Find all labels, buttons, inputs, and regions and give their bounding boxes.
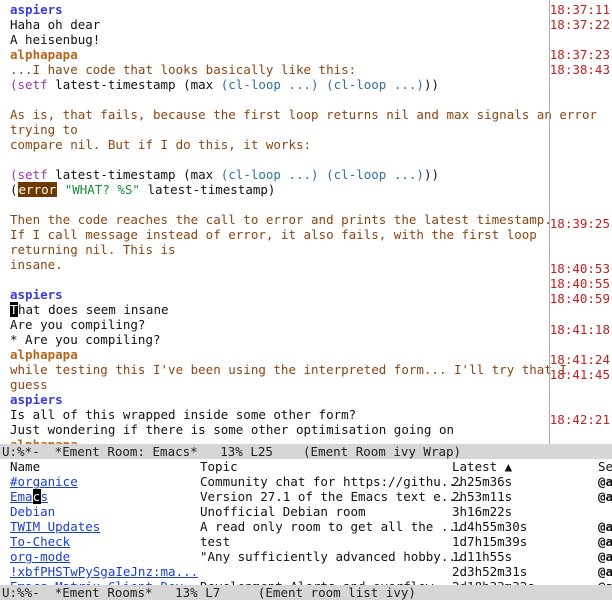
chat-nick: aspiers <box>10 287 63 302</box>
chat-line[interactable]: Haha oh dear <box>10 17 608 32</box>
chat-nick: alphapapa <box>10 437 78 444</box>
chat-line[interactable]: Then the code reaches the call to error … <box>10 212 608 227</box>
rooms-header: Name Topic Latest ▲ Sess <box>0 459 612 474</box>
room-session: @a▸ <box>598 549 612 564</box>
chat-line[interactable]: * Are you compiling? <box>10 332 608 347</box>
code-line[interactable]: (error "WHAT? %S" latest-timestamp) <box>10 182 608 197</box>
chat-nick: alphapapa <box>10 47 78 62</box>
room-latest: 1d4h55m30s <box>452 519 598 534</box>
timestamp: 18:37:23 <box>550 47 610 62</box>
chat-nick: aspiers <box>10 2 63 17</box>
room-session: @a▸ <box>598 474 612 489</box>
room-topic: A read only room to get all the ... <box>200 519 452 534</box>
room-name[interactable]: Debian <box>10 504 200 519</box>
col-name: Name <box>10 459 200 474</box>
room-name[interactable]: Emacs <box>10 489 200 504</box>
chat-line[interactable]: ...I have code that looks basically like… <box>10 62 608 77</box>
chat-line[interactable]: Just wondering if there is some other op… <box>10 422 608 437</box>
chat-line[interactable]: compare nil. But if I do this, it works: <box>10 137 608 152</box>
room-row[interactable]: DebianUnofficial Debian room3h16m22s <box>0 504 612 519</box>
editor-frame: aspiersHaha oh dearA heisenbug!alphapapa… <box>0 0 612 600</box>
chat-buffer[interactable]: aspiersHaha oh dearA heisenbug!alphapapa… <box>0 0 612 444</box>
room-topic: Version 27.1 of the Emacs text e... <box>200 489 452 504</box>
room-topic: test <box>200 534 452 549</box>
room-session <box>598 504 612 519</box>
chat-line[interactable]: Are you compiling? <box>10 317 608 332</box>
timestamp: 18:40:59 <box>550 291 610 306</box>
room-row[interactable]: #organiceCommunity chat for https://gith… <box>0 474 612 489</box>
chat-line[interactable]: while testing this I've been using the i… <box>10 362 608 392</box>
room-topic <box>200 564 452 579</box>
room-name[interactable]: To-Check <box>10 534 200 549</box>
timestamp: 18:37:11 <box>550 2 610 17</box>
room-latest: 2d18h33m32s <box>452 579 598 585</box>
error-highlight: error <box>18 182 58 197</box>
chat-nick: alphapapa <box>10 347 78 362</box>
room-latest: 1d7h15m39s <box>452 534 598 549</box>
timestamp: 18:38:43 <box>550 62 610 77</box>
room-row[interactable]: EmacsVersion 27.1 of the Emacs text e...… <box>0 489 612 504</box>
col-topic: Topic <box>200 459 452 474</box>
point-cursor: T <box>10 302 18 317</box>
col-latest[interactable]: Latest ▲ <box>452 459 598 474</box>
room-session: @a▸ <box>598 579 612 585</box>
timestamp: 18:40:55 <box>550 276 610 291</box>
code-line[interactable]: (setf latest-timestamp (max (cl-loop ...… <box>10 77 608 92</box>
room-row[interactable]: To-Checktest1d7h15m39s@a▸ <box>0 534 612 549</box>
timestamp: 18:41:45 <box>550 367 610 382</box>
timestamp: 18:40:53 <box>550 261 610 276</box>
chat-line[interactable]: As is, that fails, because the first loo… <box>10 107 608 137</box>
room-name[interactable]: TWIM Updates <box>10 519 200 534</box>
chat-nick: aspiers <box>10 392 63 407</box>
col-sess: Sess <box>598 459 612 474</box>
timestamp: 18:39:25 <box>550 216 610 231</box>
chat-line[interactable]: Is all of this wrapped inside some other… <box>10 407 608 422</box>
room-topic: Unofficial Debian room <box>200 504 452 519</box>
timestamp: 18:41:24 <box>550 352 610 367</box>
code-line[interactable]: (setf latest-timestamp (max (cl-loop ...… <box>10 167 608 182</box>
timestamp: 18:41:18 <box>550 322 610 337</box>
chat-line[interactable]: insane. <box>10 257 608 272</box>
room-latest: 1d11h55s <box>452 549 598 564</box>
timestamp: 18:42:21 <box>550 412 610 427</box>
room-session: @a▸ <box>598 519 612 534</box>
room-session: @a▸ <box>598 564 612 579</box>
room-row[interactable]: !xbfPHSTwPySgaIeJnz:ma... 2d3h52m31s@a▸ <box>0 564 612 579</box>
room-latest: 2h53m11s <box>452 489 598 504</box>
room-latest: 2d3h52m31s <box>452 564 598 579</box>
point-cursor: c <box>33 489 41 504</box>
chat-line[interactable]: That does seem insane <box>10 302 608 317</box>
room-name[interactable]: !xbfPHSTwPySgaIeJnz:ma... <box>10 564 200 579</box>
rooms-buffer[interactable]: Name Topic Latest ▲ Sess #organiceCommun… <box>0 459 612 585</box>
room-latest: 2h25m36s <box>452 474 598 489</box>
room-row[interactable]: TWIM UpdatesA read only room to get all … <box>0 519 612 534</box>
timestamp: 18:37:22 <box>550 17 610 32</box>
room-name[interactable]: #organice <box>10 474 200 489</box>
room-topic: Community chat for https://githu... <box>200 474 452 489</box>
chat-line[interactable]: If I call message instead of error, it a… <box>10 227 608 257</box>
modeline-rooms: U:%%- *Ement Rooms* 13% L7 (Ement room l… <box>0 585 612 600</box>
room-name[interactable]: org-mode <box>10 549 200 564</box>
room-session: @a▸ <box>598 489 612 504</box>
chat-line[interactable]: A heisenbug! <box>10 32 608 47</box>
room-session: @a▸ <box>598 534 612 549</box>
room-topic: "Any sufficiently advanced hobby... <box>200 549 452 564</box>
room-latest: 3h16m22s <box>452 504 598 519</box>
modeline-chat: U:%*- *Ement Room: Emacs* 13% L25 (Ement… <box>0 444 612 459</box>
room-row[interactable]: org-mode"Any sufficiently advanced hobby… <box>0 549 612 564</box>
